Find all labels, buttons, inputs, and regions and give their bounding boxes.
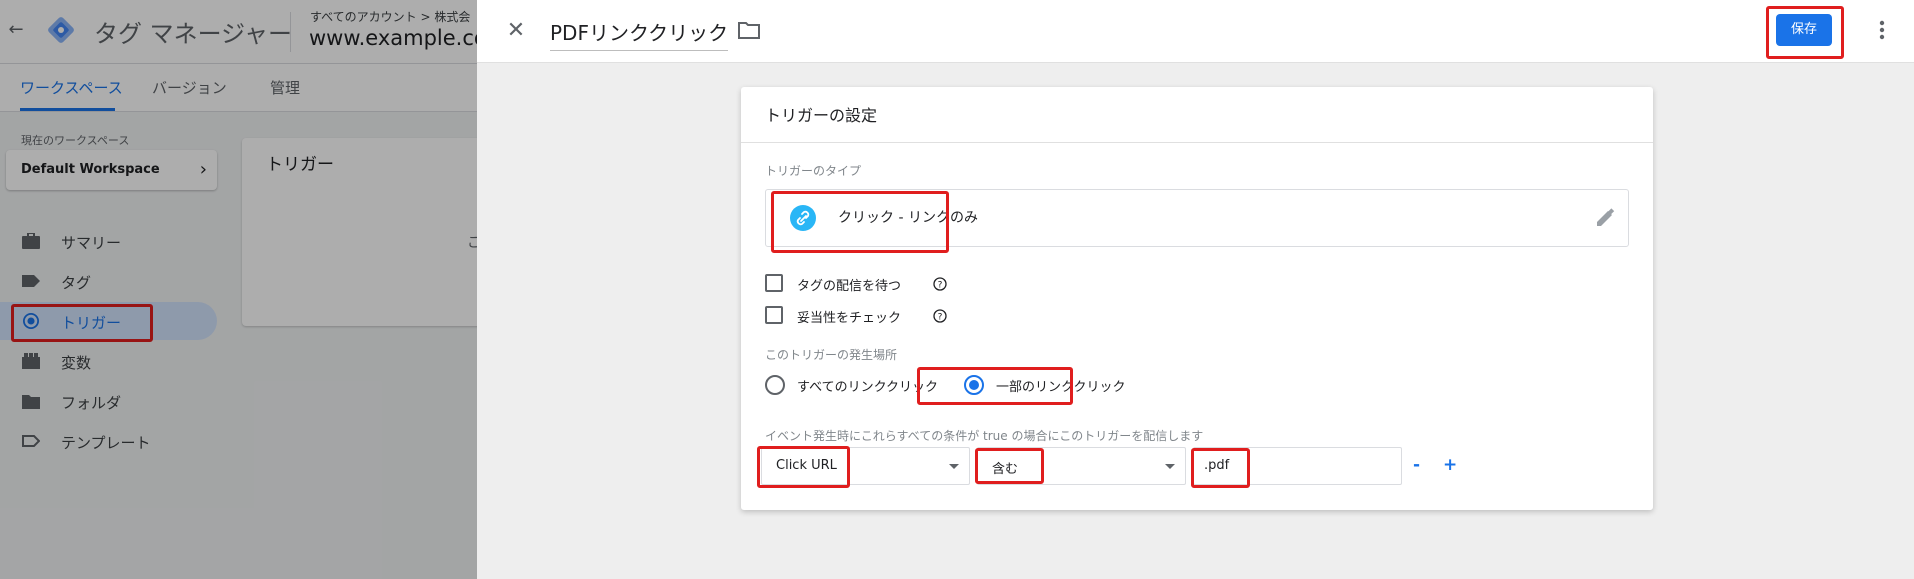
conditions-label: イベント発生時にこれらすべての条件が true の場合にこのトリガーを配信します <box>765 429 1204 443</box>
pencil-icon[interactable] <box>1594 207 1616 229</box>
panel-header: ✕ PDFリンククリック 保存 <box>477 0 1914 63</box>
check-validation-checkbox[interactable] <box>765 306 783 324</box>
radio-all-link-clicks[interactable] <box>765 375 785 395</box>
highlight-pdf-value <box>1191 448 1250 488</box>
svg-text:?: ? <box>938 281 943 291</box>
fire-on-label: このトリガーの発生場所 <box>765 348 898 362</box>
highlight-some-link-clicks <box>917 367 1073 405</box>
highlight-contains <box>975 448 1044 484</box>
dropdown-arrow-icon <box>1165 464 1175 469</box>
help-icon[interactable]: ? <box>933 309 947 323</box>
more-vert-icon[interactable] <box>1875 16 1889 44</box>
divider <box>741 142 1653 143</box>
wait-for-tags-row[interactable]: タグの配信を待つ ? <box>765 273 965 295</box>
remove-condition-button[interactable]: - <box>1413 455 1420 475</box>
folder-outline-icon[interactable] <box>738 21 760 39</box>
highlight-click-url <box>757 446 850 488</box>
wait-for-tags-label: タグの配信を待つ <box>797 279 902 294</box>
trigger-config-card: トリガーの設定 トリガーのタイプ クリック - リンクのみ タグの配信を待つ ?… <box>741 87 1653 510</box>
check-validation-label: 妥当性をチェック <box>797 311 902 326</box>
svg-text:?: ? <box>938 313 943 323</box>
add-condition-button[interactable]: + <box>1443 455 1457 475</box>
trigger-editor-panel: ✕ PDFリンククリック 保存 トリガーの設定 トリガーのタイプ クリック - … <box>477 0 1914 579</box>
trigger-name-input[interactable]: PDFリンククリック <box>550 17 729 51</box>
close-icon[interactable]: ✕ <box>503 18 529 44</box>
config-card-title: トリガーの設定 <box>765 106 878 125</box>
help-icon[interactable]: ? <box>933 277 947 291</box>
trigger-type-label: トリガーのタイプ <box>765 164 862 178</box>
wait-for-tags-checkbox[interactable] <box>765 274 783 292</box>
highlight-trigger-type <box>771 191 949 253</box>
highlight-save-button <box>1766 6 1844 59</box>
dropdown-arrow-icon <box>949 464 959 469</box>
check-validation-row[interactable]: 妥当性をチェック ? <box>765 305 965 327</box>
